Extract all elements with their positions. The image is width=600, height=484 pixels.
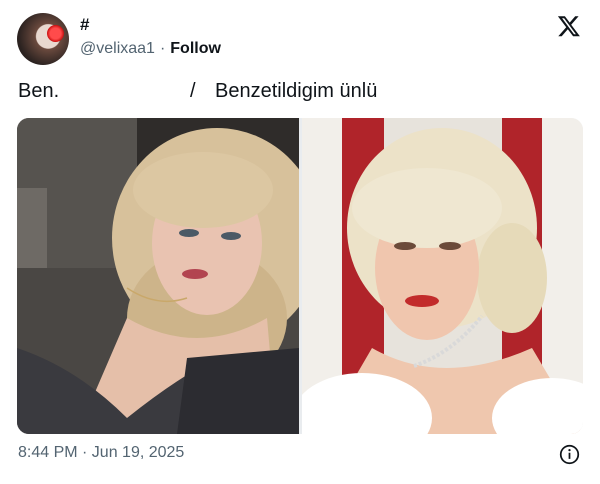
tweet-text-left: Ben. <box>18 80 60 102</box>
x-logo-icon[interactable] <box>557 14 581 38</box>
user-handle[interactable]: @velixaa1 <box>80 40 155 58</box>
photo-right[interactable] <box>302 118 583 434</box>
media-grid[interactable] <box>17 118 583 434</box>
photo-left-image <box>17 118 299 434</box>
display-name[interactable]: # <box>80 15 89 35</box>
handle-row: @velixaa1 · Follow <box>80 40 221 58</box>
info-icon[interactable] <box>559 444 580 465</box>
avatar[interactable] <box>17 13 69 65</box>
follow-button[interactable]: Follow <box>170 40 221 58</box>
tweet-text-slash: / <box>190 80 196 102</box>
separator-dot: · <box>159 40 166 57</box>
tweet-timestamp[interactable]: 8:44 PM · Jun 19, 2025 <box>18 444 184 462</box>
tweet-card: # @velixaa1 · Follow Ben. / Benzetildigi… <box>0 0 600 484</box>
avatar-red-circle <box>47 25 64 42</box>
photo-left[interactable] <box>17 118 299 434</box>
photo-right-image <box>302 118 583 434</box>
tweet-text: Ben. / Benzetildigim ünlü <box>18 80 588 106</box>
tweet-text-right: Benzetildigim ünlü <box>215 80 378 102</box>
